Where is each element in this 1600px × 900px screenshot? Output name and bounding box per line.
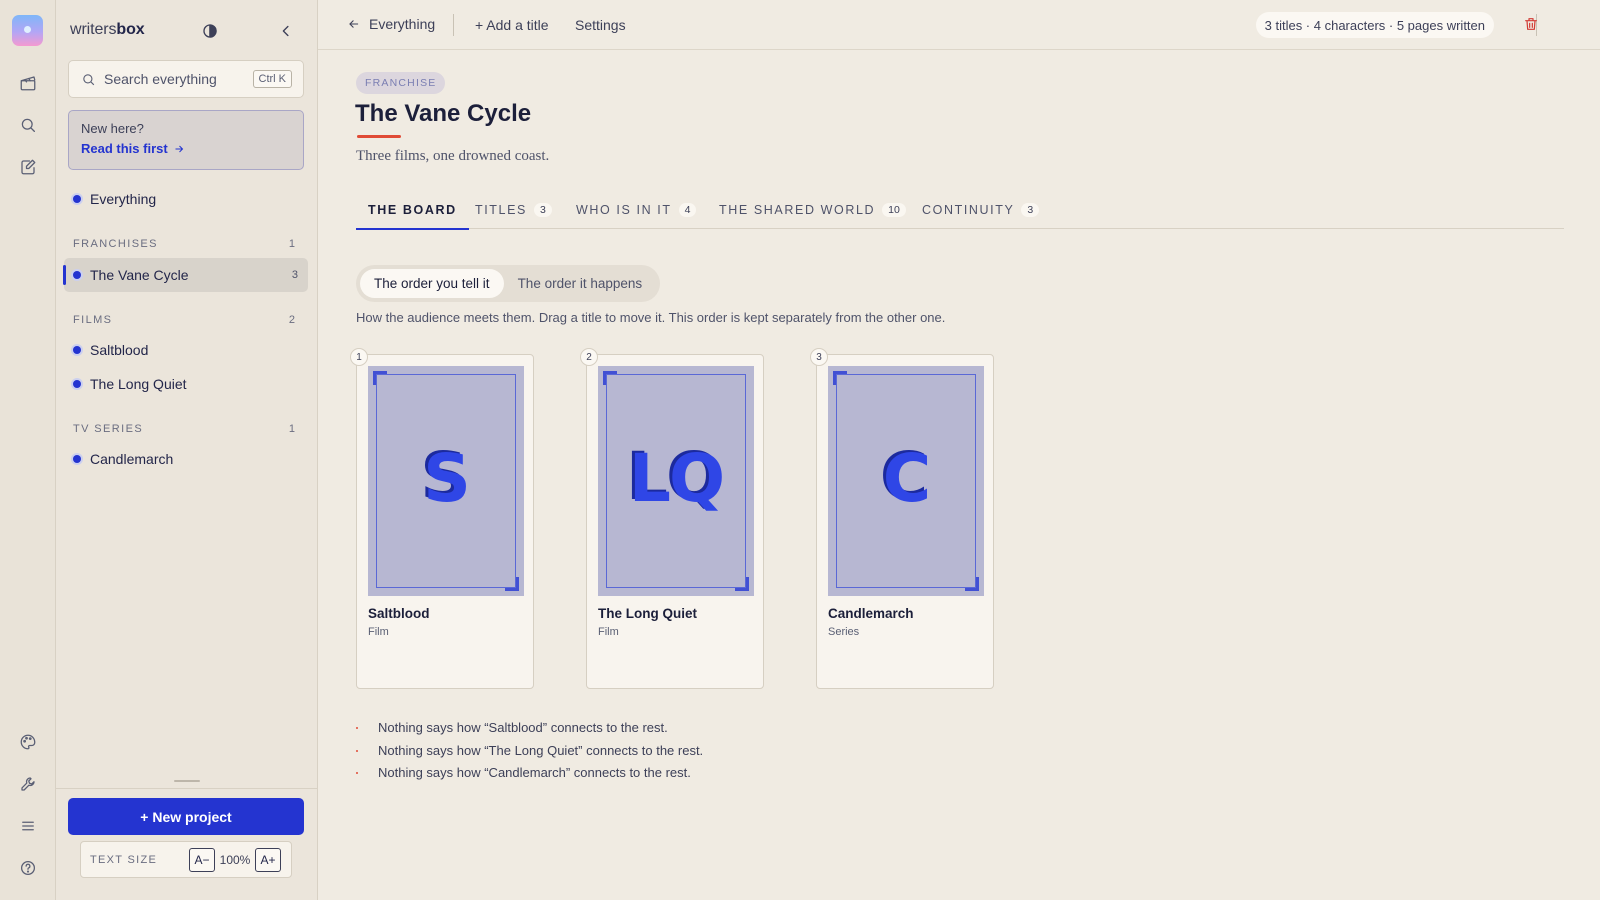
collapse-sidebar-icon[interactable]: [277, 22, 295, 40]
project-stats: 3 titles · 4 characters · 5 pages writte…: [1255, 12, 1494, 38]
theme-toggle-icon[interactable]: [201, 22, 219, 40]
text-size-control: TEXT SIZE A− 100% A+: [80, 841, 292, 878]
dot-icon: [73, 380, 81, 388]
arrow-left-icon: [349, 20, 359, 28]
search-icon[interactable]: [17, 114, 39, 136]
project-tabs: THE BOARD TITLES 3 WHO IS IN IT 4 THE SHAR…: [356, 196, 1564, 230]
dot-icon: [73, 271, 81, 279]
project-type-badge: FRANCHISE: [356, 72, 446, 94]
tab-continuity[interactable]: CONTINUITY 3: [922, 196, 1040, 229]
dot-icon: [73, 346, 81, 354]
increase-text-size-button[interactable]: A+: [255, 847, 281, 872]
card-order-number: 1: [350, 348, 368, 366]
read-this-first-link[interactable]: Read this first: [81, 141, 185, 156]
sidebar-item-candlemarch[interactable]: Candlemarch: [64, 442, 308, 476]
sidebar-item-label: Candlemarch: [90, 451, 174, 467]
brand-wordmark: writersbox: [70, 21, 145, 38]
order-toggle: The order you tell it The order it happe…: [356, 265, 661, 302]
text-size-label: TEXT SIZE: [90, 853, 158, 866]
search-icon: [83, 73, 95, 85]
search-input[interactable]: [104, 71, 254, 87]
title-card[interactable]: 2 LQ The Long Quiet Film: [580, 348, 764, 689]
sidebar-item-the-long-quiet[interactable]: The Long Quiet: [64, 367, 308, 401]
app-logo[interactable]: [12, 15, 43, 46]
card-title: The Long Quiet: [598, 606, 697, 621]
dot-icon: [73, 195, 81, 203]
page-title: The Vane Cycle: [355, 100, 532, 127]
poster-initials: S: [423, 440, 471, 517]
card-type: Series: [828, 626, 860, 638]
title-card[interactable]: 3 C Candlemarch Series: [810, 348, 994, 689]
poster: LQ: [598, 366, 754, 596]
icon-rail: [0, 0, 56, 900]
poster-initials: C: [882, 440, 931, 517]
title-accent: [357, 135, 401, 138]
tab-who-is-in-it[interactable]: WHO IS IN IT 4: [576, 196, 697, 229]
poster: C: [828, 366, 984, 596]
sidebar: writersbox Ctrl K New here? Read this fi…: [56, 0, 318, 900]
dot-icon: [73, 455, 81, 463]
warning-item: Nothing says how “Saltblood” connects to…: [356, 720, 703, 743]
delete-project-icon[interactable]: [1523, 16, 1541, 34]
add-title-button[interactable]: + Add a title: [475, 17, 549, 33]
card-type: Film: [598, 626, 619, 638]
card-type: Film: [368, 626, 389, 638]
resize-handle[interactable]: [174, 780, 200, 782]
menu-icon[interactable]: [17, 815, 39, 837]
poster: S: [368, 366, 524, 596]
settings-link[interactable]: Settings: [575, 17, 626, 33]
card-order-number: 3: [810, 348, 828, 366]
card-order-number: 2: [580, 348, 598, 366]
sidebar-item-label: Everything: [90, 191, 157, 207]
top-bar: Everything + Add a title Settings 3 titl…: [318, 0, 1600, 50]
wrench-icon[interactable]: [17, 773, 39, 795]
palette-icon[interactable]: [17, 731, 39, 753]
sidebar-item-count: 3: [291, 269, 298, 281]
new-here-text: New here?: [81, 121, 144, 136]
divider: [56, 788, 318, 789]
card-title: Saltblood: [368, 606, 430, 621]
decrease-text-size-button[interactable]: A−: [189, 847, 215, 872]
warning-item: Nothing says how “The Long Quiet” connec…: [356, 743, 703, 766]
sidebar-item-label: The Vane Cycle: [90, 267, 189, 283]
text-size-value: 100%: [219, 852, 251, 867]
order-it-happens-option[interactable]: The order it happens: [504, 269, 657, 298]
help-icon[interactable]: [17, 857, 39, 879]
section-films: FILMS 2: [73, 314, 295, 326]
poster-initials: LQ: [628, 440, 725, 517]
tab-the-shared-world[interactable]: THE SHARED WORLD 10: [719, 196, 906, 229]
tab-the-board[interactable]: THE BOARD: [356, 196, 469, 230]
sidebar-item-label: Saltblood: [90, 342, 149, 358]
order-helper-text: How the audience meets them. Drag a titl…: [356, 310, 946, 325]
warning-item: Nothing says how “Candlemarch” connects …: [356, 765, 703, 788]
sidebar-item-everything[interactable]: Everything: [64, 182, 308, 216]
title-card[interactable]: 1 S Saltblood Film: [350, 348, 534, 689]
new-here-callout: New here? Read this first: [68, 110, 304, 170]
divider: [453, 14, 454, 36]
section-franchises: FRANCHISES 1: [73, 238, 295, 250]
sidebar-item-the-vane-cycle[interactable]: The Vane Cycle 3: [63, 258, 308, 292]
tab-titles[interactable]: TITLES 3: [475, 196, 552, 229]
new-project-button[interactable]: + New project: [68, 798, 304, 835]
order-you-tell-it-option[interactable]: The order you tell it: [360, 269, 504, 298]
search-box[interactable]: Ctrl K: [68, 60, 304, 98]
continuity-warnings: Nothing says how “Saltblood” connects to…: [356, 720, 703, 788]
sidebar-item-saltblood[interactable]: Saltblood: [64, 333, 308, 367]
clapperboard-icon[interactable]: [17, 72, 39, 94]
card-title: Candlemarch: [828, 606, 914, 621]
search-shortcut: Ctrl K: [252, 70, 292, 88]
project-logline: Three films, one drowned coast.: [356, 148, 550, 164]
sidebar-item-label: The Long Quiet: [90, 376, 187, 392]
back-to-everything-link[interactable]: Everything: [347, 16, 435, 32]
edit-document-icon[interactable]: [17, 156, 39, 178]
arrow-right-icon: [175, 145, 183, 152]
section-tv-series: TV SERIES 1: [73, 423, 295, 435]
